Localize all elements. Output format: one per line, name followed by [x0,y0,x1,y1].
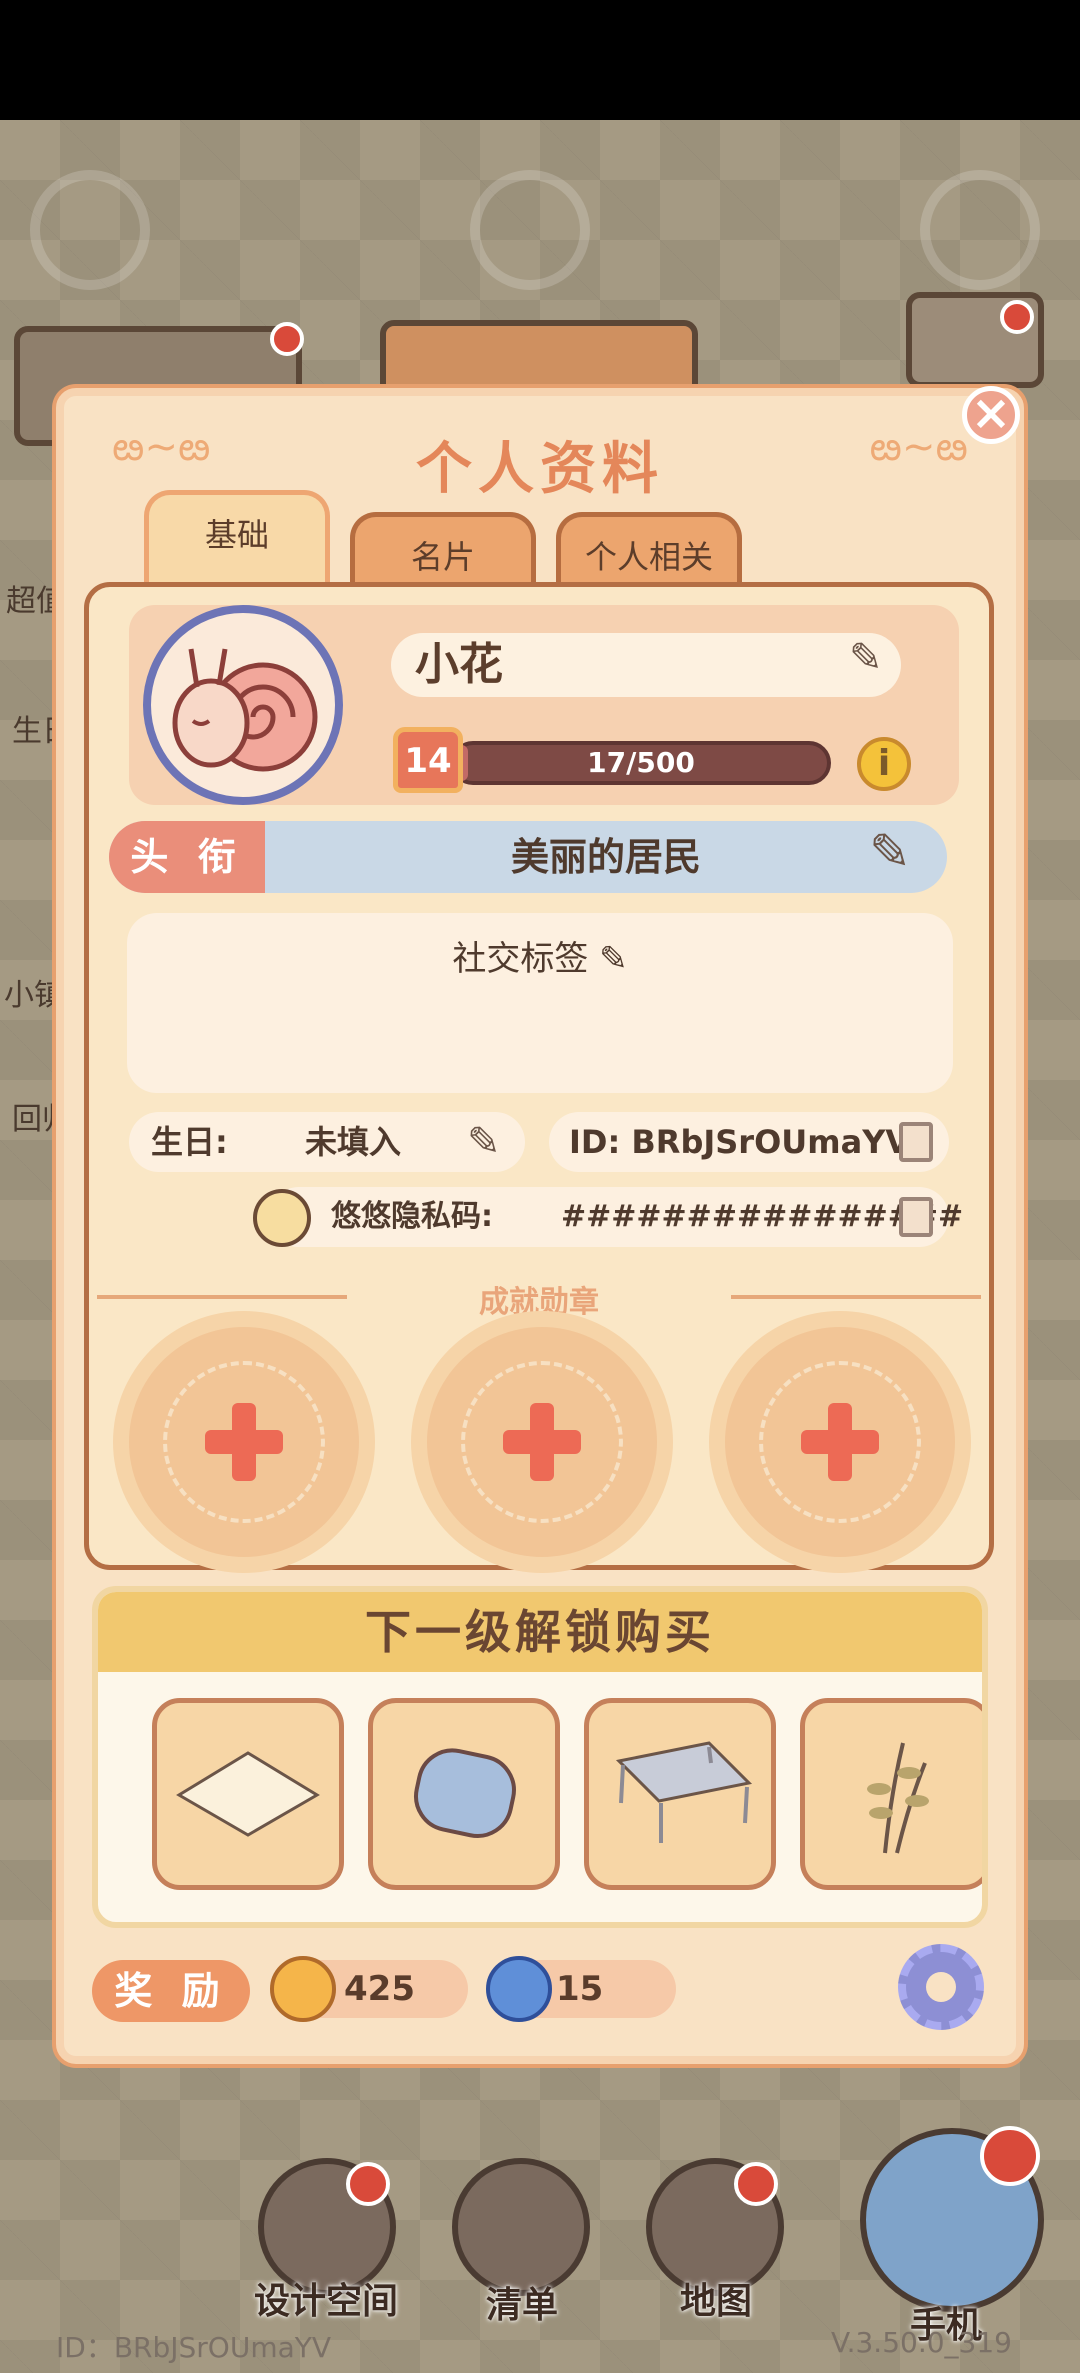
unlock-header: 下一级解锁购买 [98,1592,982,1672]
table-icon [615,1741,753,1843]
edit-birthday-icon[interactable]: ✎ [467,1112,501,1172]
plant-icon [867,1742,929,1854]
birthday-value: 未填入 [305,1123,402,1161]
birthday-label: 生日: [151,1123,228,1161]
notification-dot [980,2126,1040,2186]
sun-decoration [30,170,150,290]
basic-info-section: 小花 ✎ 17/500 14 i 头 衔 美丽的居民 ✎ 社交标签 ✎ 生日: … [84,582,994,1570]
snail-avatar-icon [172,648,318,772]
list-label: 清单 [486,2285,559,2326]
footer-version: V.3.50.0_319 [831,2326,1012,2359]
edit-title-icon[interactable]: ✎ [869,823,911,881]
gear-hole [926,1972,956,2002]
user-id-text: ID: BRbJSrOUmaYV [569,1123,911,1161]
design-space-label: 设计空间 [254,2281,399,2322]
title-row: 头 衔 美丽的居民 [109,821,947,893]
private-code-label: 悠悠隐私码: [331,1199,493,1234]
unlock-item-cushion[interactable] [368,1698,560,1890]
smile-face-icon [253,1189,311,1247]
gem-amount: 15 [556,1969,604,2009]
sun-decoration [470,170,590,290]
tab-basic[interactable]: 基础 [144,490,330,590]
edit-name-icon[interactable]: ✎ [849,635,883,681]
social-tags-label: 社交标签 ✎ [452,939,628,979]
title-label: 头 衔 [109,821,265,893]
map-label: 地图 [680,2281,753,2322]
level-badge: 14 [393,727,463,793]
cushion-icon [414,1748,516,1838]
add-medal-icon [801,1403,879,1481]
medal-slot-3[interactable] [725,1327,955,1557]
birthday-field: 生日: 未填入 ✎ [129,1112,525,1172]
title-value: 美丽的居民 [510,835,701,879]
nickname-field: 小花 [391,633,901,697]
unlock-item-table[interactable] [584,1698,776,1890]
coin-icon [270,1956,336,2022]
info-icon[interactable]: i [857,737,911,791]
settings-gear-icon[interactable] [898,1944,984,2030]
id-field: ID: BRbJSrOUmaYV [549,1112,949,1172]
medal-slot-1[interactable] [129,1327,359,1557]
edit-tags-icon[interactable]: ✎ [599,939,628,979]
xp-progress-bar: 17/500 [451,741,831,785]
swirl-gem-icon [486,1956,552,2022]
profile-header: 小花 ✎ 17/500 14 i [129,605,959,805]
notification-dot [346,2162,390,2206]
close-button[interactable]: × [962,386,1020,444]
notification-dot [270,322,304,356]
gem-reward: 15 [486,1956,676,2022]
coin-reward: 425 [270,1956,468,2022]
coin-amount: 425 [344,1969,415,2009]
copy-code-icon[interactable] [899,1197,933,1237]
social-tags-box: 社交标签 ✎ [127,913,953,1093]
medal-slot-2[interactable] [427,1327,657,1557]
copy-id-icon[interactable] [899,1122,933,1162]
avatar[interactable] [143,605,343,805]
side-label-town[interactable]: 小镇 [4,970,64,1014]
unlock-item-plant[interactable] [800,1698,982,1890]
unlock-item-rug[interactable] [152,1698,344,1890]
next-level-unlock-section: 下一级解锁购买 [92,1586,988,1928]
rug-icon [176,1751,320,1837]
private-code-field: 悠悠隐私码: ################ [253,1187,963,1247]
xp-progress-text: 17/500 [587,746,695,779]
nickname-text: 小花 [415,639,503,690]
notification-dot [734,2162,778,2206]
achievement-header: 成就勋章 [479,1285,599,1320]
reward-label: 奖 励 [92,1960,250,2022]
notification-dot [1000,300,1034,334]
footer-user-id: ID：BRbJSrOUmaYV [56,2331,332,2364]
add-medal-icon [205,1403,283,1481]
sun-decoration [920,170,1040,290]
add-medal-icon [503,1403,581,1481]
